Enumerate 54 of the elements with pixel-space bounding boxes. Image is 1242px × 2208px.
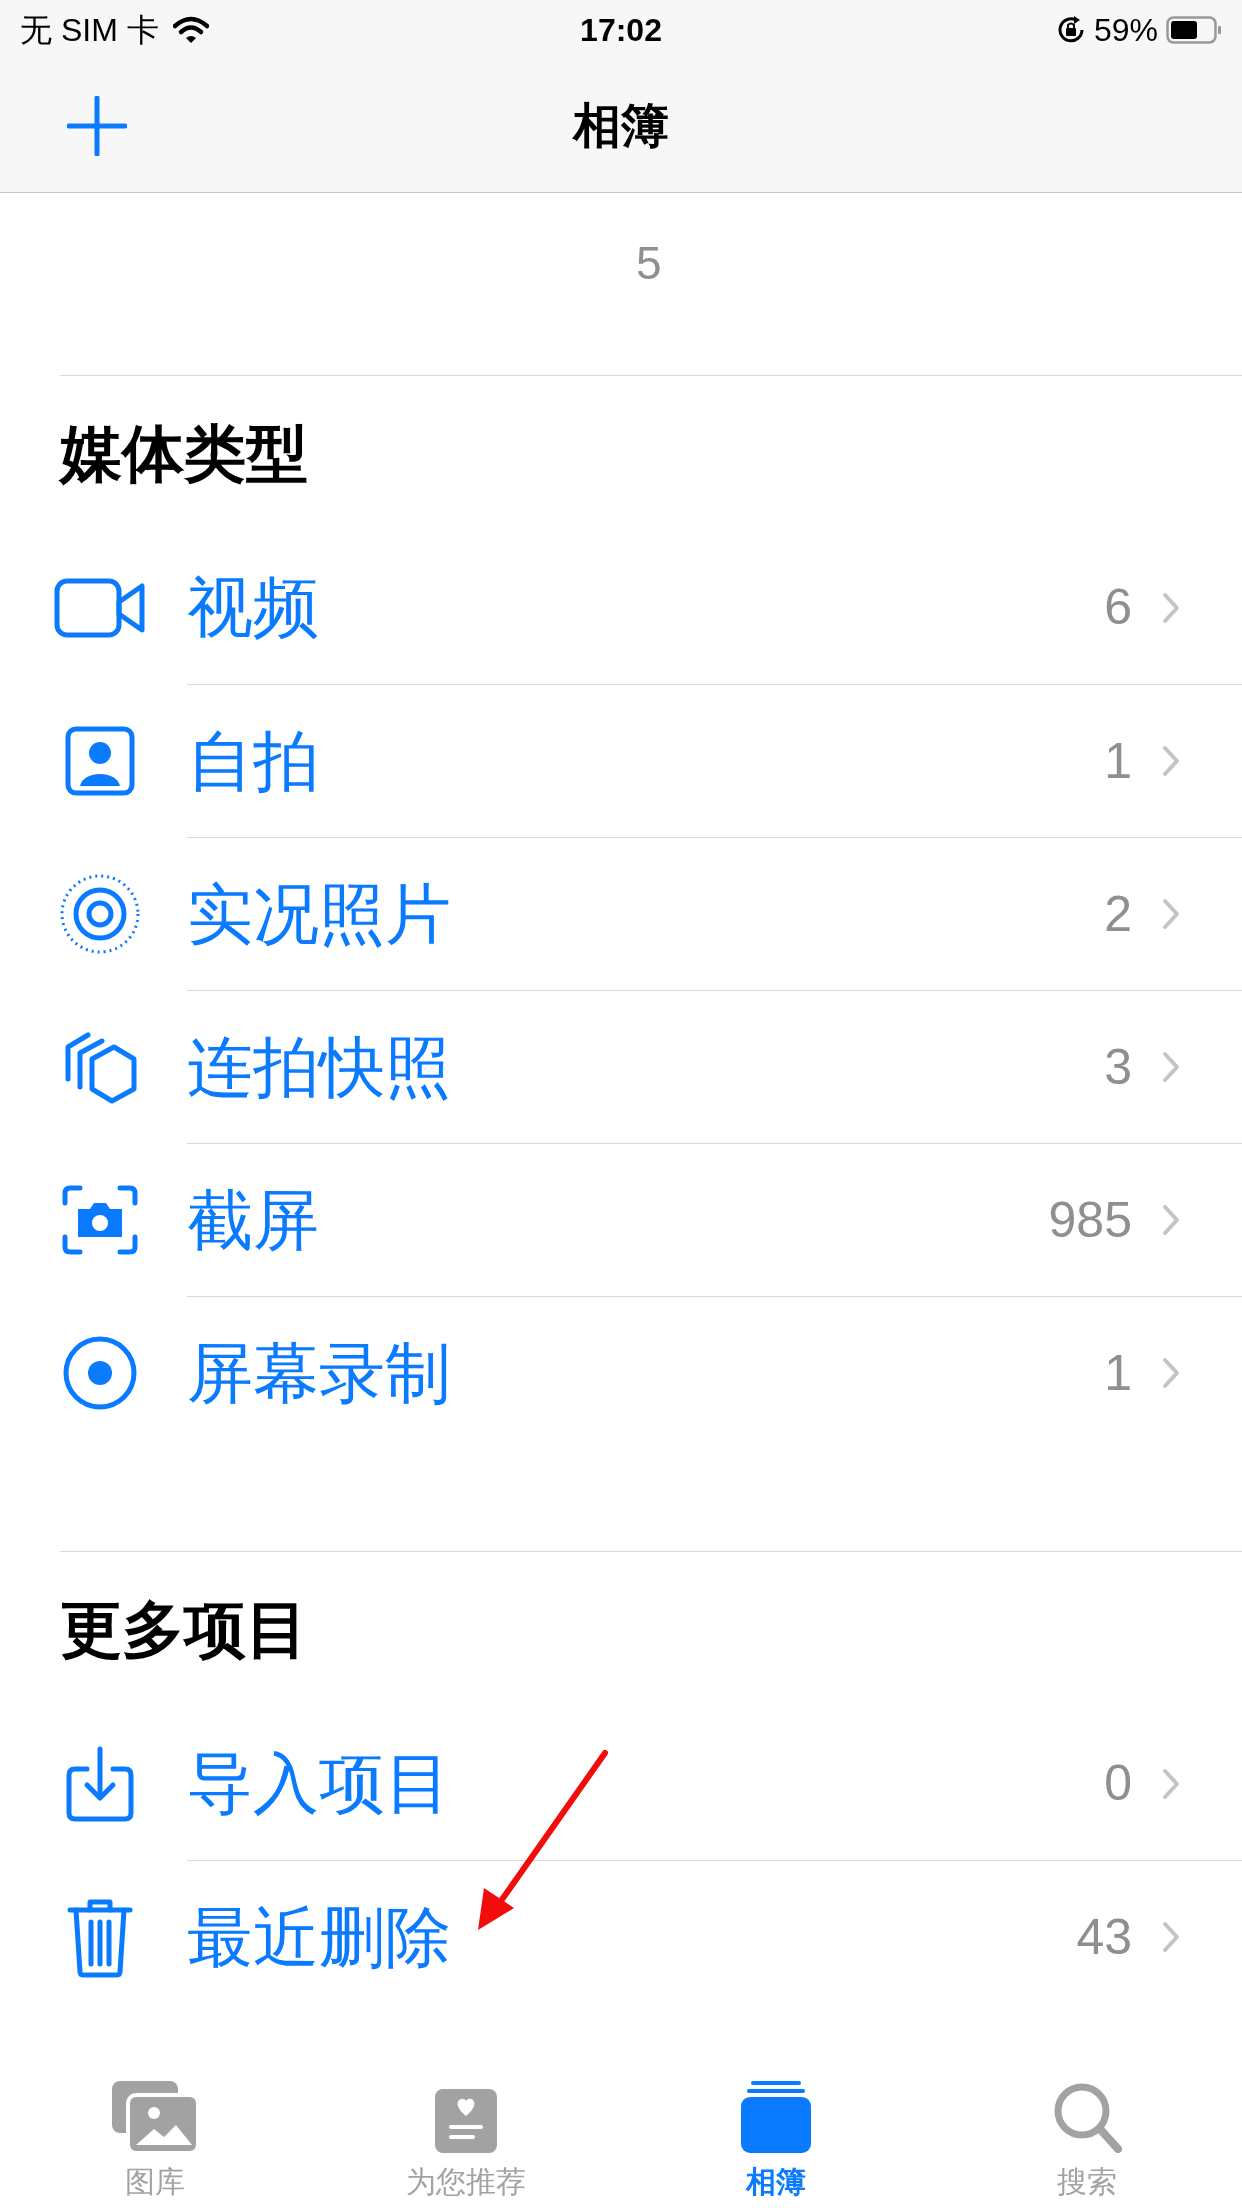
chevron-icon	[1162, 1767, 1180, 1800]
album-name: 自拍	[187, 722, 320, 800]
video-camera-icon	[53, 577, 146, 638]
album-name: 最近删除	[187, 1898, 452, 1976]
album-name: 实况照片	[187, 875, 452, 953]
photos-icon	[112, 2081, 199, 2153]
tab-item[interactable]: 图库	[0, 2060, 311, 2208]
battery-icon	[1166, 16, 1222, 44]
album-count: 985	[1048, 1190, 1132, 1250]
album-row[interactable]: 视频 6	[0, 531, 1242, 684]
album-name: 视频	[187, 569, 320, 646]
plus-icon	[67, 96, 127, 156]
album-name: 截屏	[187, 1181, 320, 1259]
album-count: 0	[1104, 1754, 1132, 1813]
album-name: 导入项目	[187, 1745, 452, 1822]
download-tray-icon	[64, 1744, 135, 1823]
tab-item[interactable]: 相簿	[621, 2060, 932, 2208]
chevron-icon	[1162, 745, 1180, 777]
heart-card-icon	[434, 2089, 497, 2153]
tab-item[interactable]: 为您推荐	[310, 2060, 621, 2208]
album-count: 43	[1076, 1907, 1132, 1967]
chevron-icon	[1162, 1921, 1180, 1953]
clock-text: 17:02	[580, 11, 662, 50]
album-row[interactable]: 连拍快照 3	[0, 990, 1242, 1143]
record-icon	[61, 1334, 138, 1411]
album-row[interactable]: 实况照片 2	[0, 837, 1242, 990]
battery-percent-text: 59%	[1093, 11, 1158, 50]
album-count: 1	[1104, 1343, 1132, 1403]
album-name: 屏幕录制	[187, 1334, 452, 1412]
wifi-icon	[172, 16, 209, 44]
tab-item[interactable]: 搜索	[931, 2060, 1242, 2208]
album-row[interactable]: 自拍 1	[0, 684, 1242, 837]
page-title: 相簿	[573, 98, 669, 154]
chevron-icon	[1162, 1357, 1180, 1389]
chevron-icon	[1162, 1051, 1180, 1083]
album-row[interactable]: 截屏 985	[0, 1143, 1242, 1296]
add-button[interactable]	[66, 95, 128, 157]
carrier-text: 无 SIM 卡	[20, 11, 159, 50]
album-count: 3	[1104, 1037, 1132, 1097]
chevron-icon	[1162, 1204, 1180, 1236]
chevron-icon	[1162, 898, 1180, 930]
album-count: 2	[1104, 884, 1132, 944]
album-name: 连拍快照	[187, 1028, 452, 1106]
album-count: 6	[1104, 578, 1132, 637]
album-count: 1	[1104, 731, 1132, 791]
places-count: 5	[636, 236, 662, 291]
chevron-icon	[1162, 591, 1180, 624]
section-heading: 更多项目	[60, 1594, 308, 1666]
album-row[interactable]: 导入项目 0	[0, 1707, 1242, 1860]
section-heading: 媒体类型	[60, 418, 308, 490]
album-row[interactable]: 屏幕录制 1	[0, 1296, 1242, 1449]
albums-stack-icon	[741, 2081, 812, 2153]
screenshot-camera-icon	[61, 1184, 138, 1255]
person-portrait-icon	[64, 725, 135, 796]
